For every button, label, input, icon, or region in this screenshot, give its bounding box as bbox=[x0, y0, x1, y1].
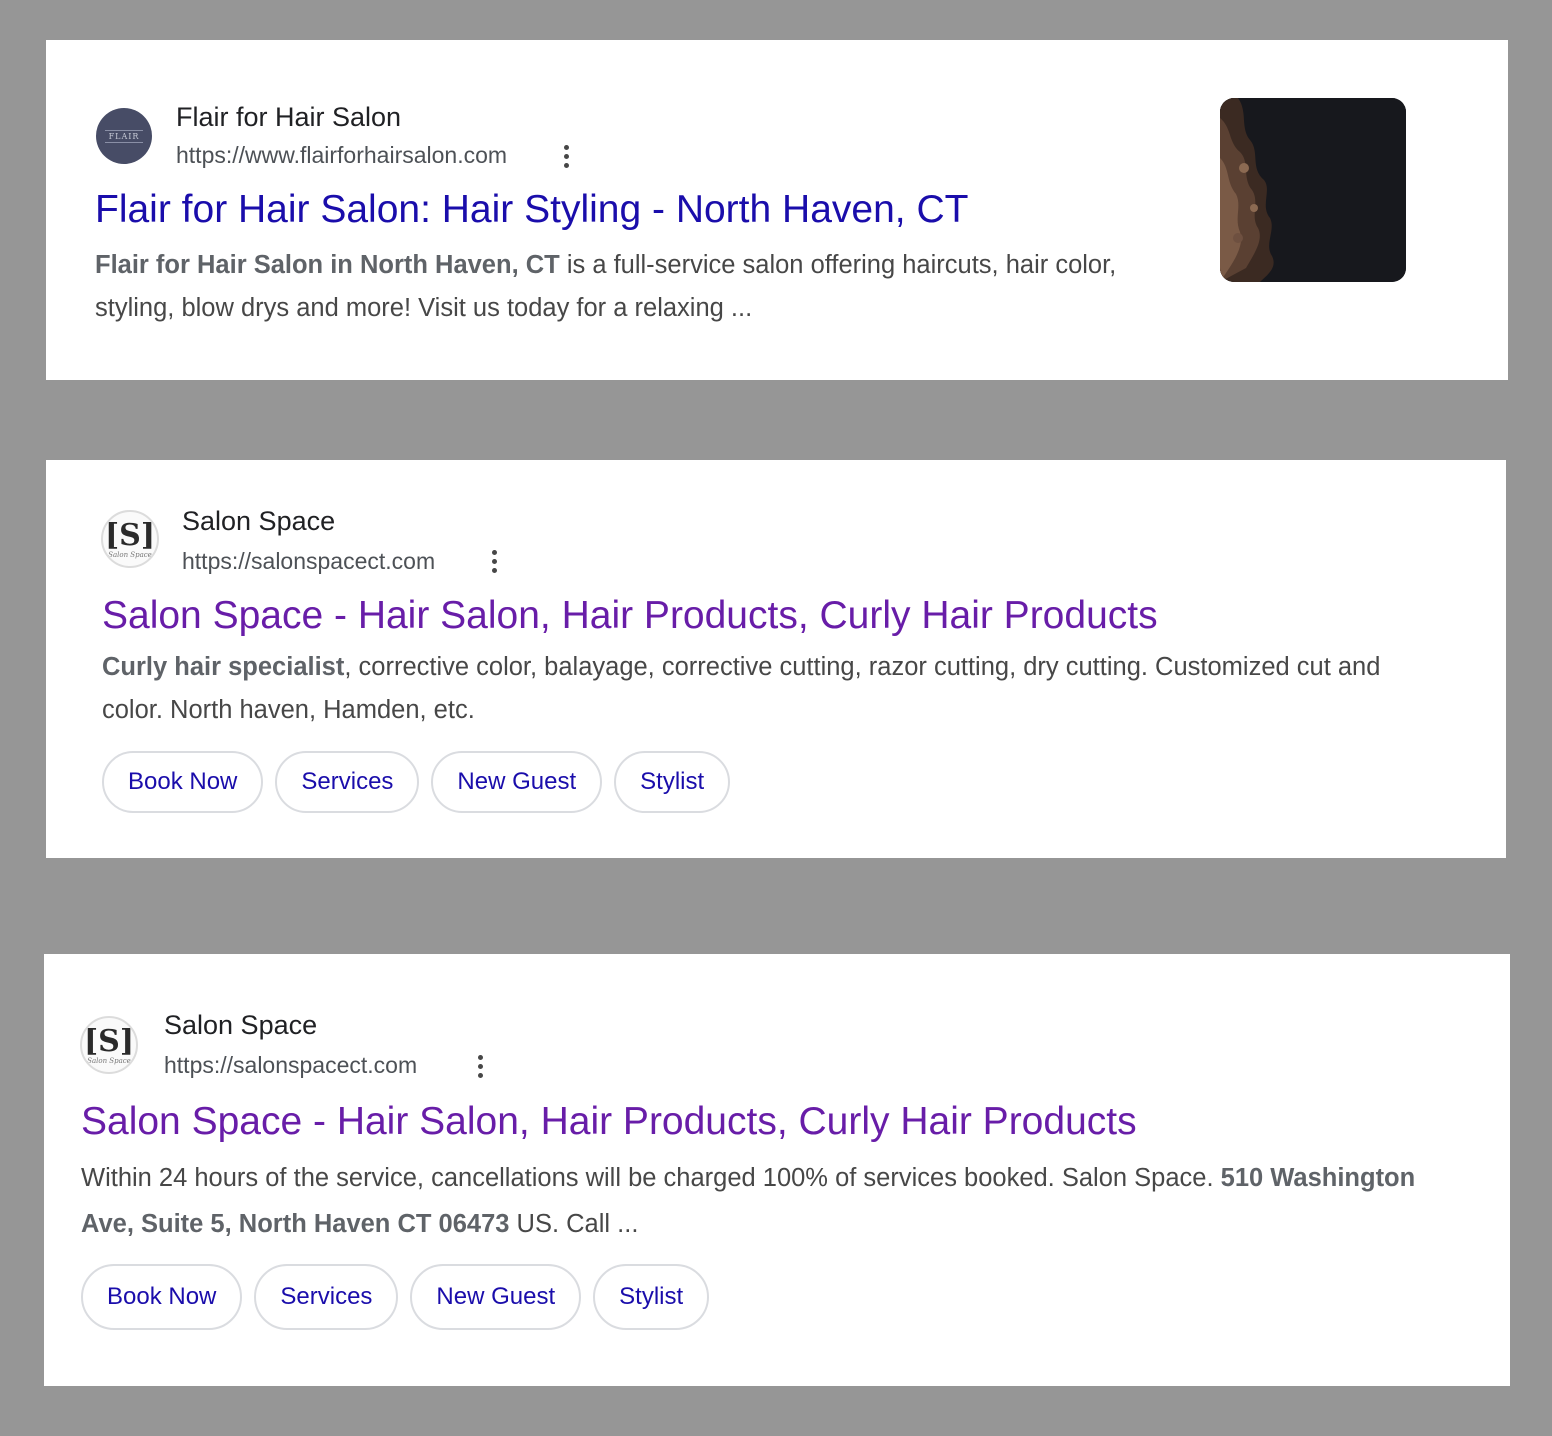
more-options-icon[interactable] bbox=[556, 141, 576, 171]
sitelinks: Book Now Services New Guest Stylist bbox=[81, 1264, 721, 1330]
sitelink-services[interactable]: Services bbox=[275, 751, 420, 813]
search-result-card-3: [S] Salon Space Salon Space https://salo… bbox=[44, 954, 1510, 1386]
site-favicon: [S] Salon Space bbox=[101, 510, 159, 568]
result-title-link[interactable]: Salon Space - Hair Salon, Hair Products,… bbox=[102, 594, 1158, 638]
site-name[interactable]: Salon Space bbox=[164, 1010, 317, 1041]
site-url[interactable]: https://salonspacect.com bbox=[182, 548, 435, 575]
snippet-highlight: Curly hair specialist bbox=[102, 653, 345, 681]
result-snippet: Curly hair specialist, corrective color,… bbox=[102, 646, 1442, 732]
site-name[interactable]: Flair for Hair Salon bbox=[176, 102, 401, 133]
site-favicon: FLAIR bbox=[96, 108, 152, 164]
search-result-card-1: FLAIR Flair for Hair Salon https://www.f… bbox=[46, 40, 1508, 380]
snippet-highlight: Flair for Hair Salon in North Haven, CT bbox=[95, 251, 560, 279]
site-favicon: [S] Salon Space bbox=[80, 1016, 138, 1074]
favicon-logo-letter: [S] bbox=[104, 518, 156, 553]
search-result-card-2: [S] Salon Space Salon Space https://salo… bbox=[46, 460, 1506, 858]
favicon-logo-subtext: Salon Space bbox=[108, 551, 152, 559]
more-options-icon[interactable] bbox=[484, 546, 504, 576]
curly-hair-photo-icon bbox=[1220, 98, 1406, 282]
site-url[interactable]: https://www.flairforhairsalon.com bbox=[176, 142, 507, 169]
result-snippet: Flair for Hair Salon in North Haven, CT … bbox=[95, 244, 1145, 330]
sitelinks: Book Now Services New Guest Stylist bbox=[102, 751, 742, 813]
favicon-logo-letter: [S] bbox=[83, 1024, 135, 1059]
sitelink-book-now[interactable]: Book Now bbox=[102, 751, 264, 813]
sitelink-services[interactable]: Services bbox=[254, 1264, 399, 1330]
site-name[interactable]: Salon Space bbox=[182, 506, 335, 537]
result-thumbnail-image[interactable] bbox=[1220, 98, 1406, 282]
more-options-icon[interactable] bbox=[470, 1051, 490, 1081]
sitelink-stylist[interactable]: Stylist bbox=[593, 1264, 710, 1330]
snippet-text: Within 24 hours of the service, cancella… bbox=[81, 1164, 1221, 1192]
favicon-logo-text: FLAIR bbox=[104, 129, 144, 143]
sitelink-new-guest[interactable]: New Guest bbox=[410, 1264, 582, 1330]
result-title-link[interactable]: Salon Space - Hair Salon, Hair Products,… bbox=[81, 1100, 1137, 1144]
sitelink-new-guest[interactable]: New Guest bbox=[431, 751, 603, 813]
favicon-logo-subtext: Salon Space bbox=[87, 1057, 131, 1065]
sitelink-stylist[interactable]: Stylist bbox=[614, 751, 731, 813]
result-title-link[interactable]: Flair for Hair Salon: Hair Styling - Nor… bbox=[95, 188, 968, 232]
sitelink-book-now[interactable]: Book Now bbox=[81, 1264, 243, 1330]
result-snippet: Within 24 hours of the service, cancella… bbox=[81, 1155, 1451, 1247]
site-url[interactable]: https://salonspacect.com bbox=[164, 1052, 417, 1079]
snippet-text-end: US. Call ... bbox=[509, 1210, 639, 1238]
